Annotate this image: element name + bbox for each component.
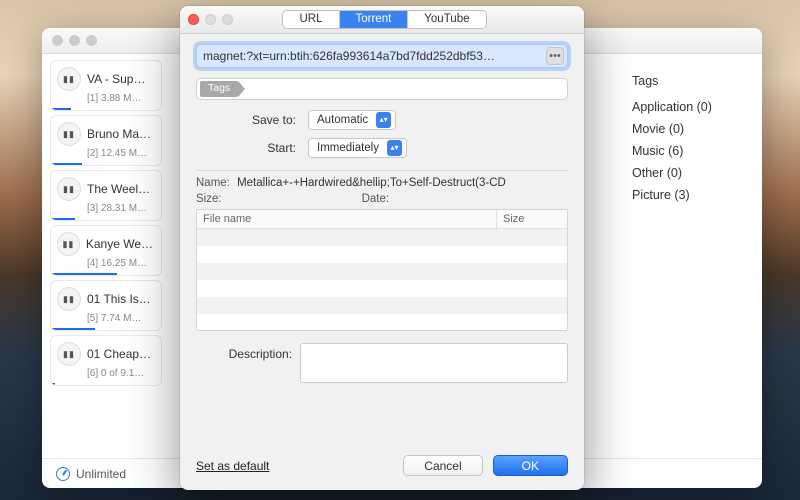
progress-bar xyxy=(51,273,117,275)
download-item[interactable]: ▮▮ Kanye We… [4] 16.25 M… xyxy=(50,225,162,276)
save-to-value: Automatic xyxy=(317,114,368,126)
tags-input[interactable]: Tags xyxy=(196,78,568,100)
speed-label[interactable]: Unlimited xyxy=(76,467,126,481)
start-value: Immediately xyxy=(317,142,379,154)
chevron-updown-icon: ▴▾ xyxy=(376,112,391,128)
description-textarea[interactable] xyxy=(300,343,568,383)
ok-button[interactable]: OK xyxy=(493,455,568,476)
table-row xyxy=(197,263,567,280)
tag-filter-movie[interactable]: Movie (0) xyxy=(632,118,752,140)
progress-bar xyxy=(51,163,82,165)
url-field-wrap: ••• xyxy=(196,44,568,68)
source-tabs: URL Torrent YouTube xyxy=(282,10,486,29)
download-meta: [4] 16.25 M… xyxy=(87,258,153,269)
download-item[interactable]: ▮▮ VA - Sup… [1] 3.88 M… xyxy=(50,60,162,111)
tag-filter-other[interactable]: Other (0) xyxy=(632,162,752,184)
tab-torrent[interactable]: Torrent xyxy=(339,11,408,28)
set-as-default-link[interactable]: Set as default xyxy=(196,459,269,473)
dialog-min-icon xyxy=(205,14,216,25)
table-row xyxy=(197,297,567,314)
table-row xyxy=(197,314,567,331)
traffic-light-close[interactable] xyxy=(52,35,63,46)
name-value: Metallica+-+Hardwired&hellip;To+Self-Des… xyxy=(237,177,506,189)
save-to-label: Save to: xyxy=(196,113,296,127)
tags-header: Tags xyxy=(632,74,752,88)
download-meta: [2] 12.45 M… xyxy=(87,148,153,159)
download-title: Kanye We… xyxy=(86,237,153,251)
tag-filter-application[interactable]: Application (0) xyxy=(632,96,752,118)
download-title: VA - Sup… xyxy=(87,72,145,86)
name-label: Name: xyxy=(196,177,230,189)
pause-icon[interactable]: ▮▮ xyxy=(57,342,81,366)
table-row xyxy=(197,229,567,246)
download-meta: [5] 7.74 M… xyxy=(87,313,153,324)
tag-filter-music[interactable]: Music (6) xyxy=(632,140,752,162)
date-label: Date: xyxy=(362,193,390,205)
magnet-url-input[interactable] xyxy=(196,44,568,68)
tags-sidebar: Tags Application (0) Movie (0) Music (6)… xyxy=(622,54,762,458)
start-label: Start: xyxy=(196,141,296,155)
save-to-select[interactable]: Automatic ▴▾ xyxy=(308,110,396,130)
url-options-button[interactable]: ••• xyxy=(546,47,564,65)
dialog-titlebar: URL Torrent YouTube xyxy=(180,6,584,34)
download-item[interactable]: ▮▮ The Weel… [3] 28.31 M… xyxy=(50,170,162,221)
download-meta: [6] 0 of 9.1… xyxy=(87,368,153,379)
traffic-light-min[interactable] xyxy=(69,35,80,46)
traffic-light-zoom[interactable] xyxy=(86,35,97,46)
pause-icon[interactable]: ▮▮ xyxy=(57,177,81,201)
dialog-close-icon[interactable] xyxy=(188,14,199,25)
download-title: Bruno Ma… xyxy=(87,127,151,141)
download-title: 01 Cheap… xyxy=(87,347,151,361)
download-list: ▮▮ VA - Sup… [1] 3.88 M… ▮▮ Bruno Ma… [2] … xyxy=(42,54,162,458)
cancel-button[interactable]: Cancel xyxy=(403,455,482,476)
tab-youtube[interactable]: YouTube xyxy=(407,11,485,28)
progress-bar xyxy=(51,383,55,385)
description-label: Description: xyxy=(196,343,292,383)
progress-bar xyxy=(51,218,75,220)
divider xyxy=(196,170,568,171)
download-title: 01 This Is… xyxy=(87,292,151,306)
download-title: The Weel… xyxy=(87,182,150,196)
download-meta: [3] 28.31 M… xyxy=(87,203,153,214)
speed-gauge-icon[interactable] xyxy=(56,467,70,481)
file-list-table[interactable]: File name Size xyxy=(196,209,568,331)
add-download-dialog: URL Torrent YouTube ••• Tags Save to: Au… xyxy=(180,6,584,490)
pause-icon[interactable]: ▮▮ xyxy=(57,67,81,91)
tag-filter-picture[interactable]: Picture (3) xyxy=(632,184,752,206)
start-select[interactable]: Immediately ▴▾ xyxy=(308,138,407,158)
pause-icon[interactable]: ▮▮ xyxy=(57,232,80,256)
tags-chip: Tags xyxy=(200,81,238,97)
progress-bar xyxy=(51,108,71,110)
dialog-zoom-icon xyxy=(222,14,233,25)
download-item[interactable]: ▮▮ 01 Cheap… [6] 0 of 9.1… xyxy=(50,335,162,386)
col-size[interactable]: Size xyxy=(497,210,567,228)
download-item[interactable]: ▮▮ 01 This Is… [5] 7.74 M… xyxy=(50,280,162,331)
col-filename[interactable]: File name xyxy=(197,210,497,228)
chevron-updown-icon: ▴▾ xyxy=(387,140,402,156)
tab-url[interactable]: URL xyxy=(283,11,338,28)
table-row xyxy=(197,280,567,297)
table-row xyxy=(197,246,567,263)
size-label: Size: xyxy=(196,193,222,205)
pause-icon[interactable]: ▮▮ xyxy=(57,122,81,146)
progress-bar xyxy=(51,328,95,330)
pause-icon[interactable]: ▮▮ xyxy=(57,287,81,311)
download-item[interactable]: ▮▮ Bruno Ma… [2] 12.45 M… xyxy=(50,115,162,166)
download-meta: [1] 3.88 M… xyxy=(87,93,153,104)
